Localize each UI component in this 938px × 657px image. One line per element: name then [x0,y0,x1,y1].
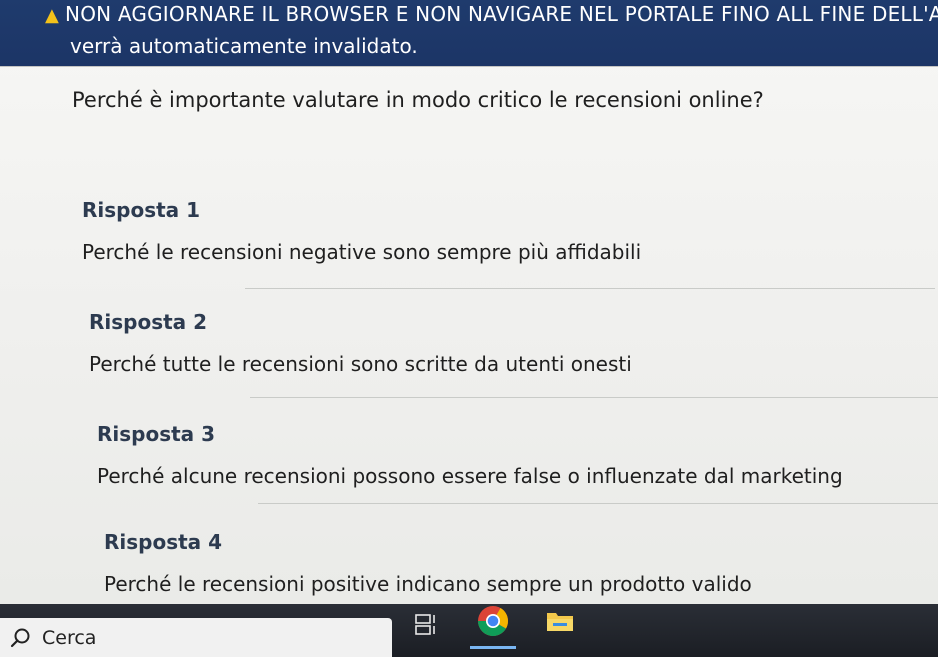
answer-divider [245,288,935,289]
answer-divider [250,397,938,398]
answer-text[interactable]: Perché tutte le recensioni sono scritte … [89,352,938,376]
warning-banner: ▲ NON AGGIORNARE IL BROWSER E NON NAVIGAR… [0,0,938,66]
answer-option-4[interactable]: Risposta 4 Perché le recensioni positive… [104,530,938,596]
answer-option-1[interactable]: Risposta 1 Perché le recensioni negative… [82,198,938,264]
answer-text[interactable]: Perché le recensioni negative sono sempr… [82,240,938,264]
banner-warning-text: NON AGGIORNARE IL BROWSER E NON NAVIGARE… [65,2,938,26]
page: ▲ NON AGGIORNARE IL BROWSER E NON NAVIGAR… [0,0,938,657]
search-icon [6,624,34,652]
answer-option-3[interactable]: Risposta 3 Perché alcune recensioni poss… [97,422,938,488]
search-label: Cerca [42,626,97,649]
taskbar-search-box[interactable]: Cerca [0,618,392,657]
answer-title: Risposta 1 [82,198,201,222]
warning-triangle-icon: ▲ [45,5,60,26]
question-text: Perché è importante valutare in modo cri… [72,88,764,112]
answer-option-2[interactable]: Risposta 2 Perché tutte le recensioni so… [89,310,938,376]
answer-title: Risposta 3 [97,422,216,446]
answer-text[interactable]: Perché alcune recensioni possono essere … [97,464,938,488]
active-app-indicator [470,646,516,649]
answer-title: Risposta 2 [89,310,208,334]
taskbar: Cerca [0,604,938,657]
answer-title: Risposta 4 [104,530,223,554]
file-explorer-icon[interactable] [545,608,575,634]
task-view-icon[interactable] [412,610,440,638]
answer-divider [258,503,938,504]
answer-text[interactable]: Perché le recensioni positive indicano s… [104,572,938,596]
chrome-icon[interactable] [476,604,510,638]
banner-warning-line: ▲ NON AGGIORNARE IL BROWSER E NON NAVIGAR… [45,2,938,26]
banner-subtext: verrà automaticamente invalidato. [70,34,418,58]
